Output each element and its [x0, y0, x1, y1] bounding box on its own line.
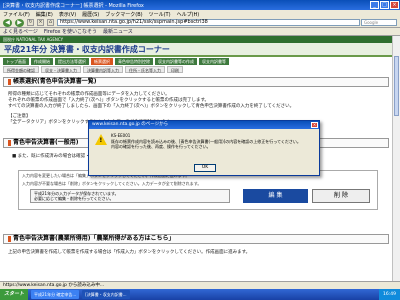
- nav-toolbar: ◀ ▶ ↻ × ⌂ https://www.keisan.nta.go.jp/h…: [0, 18, 400, 28]
- menu-tools[interactable]: ツール(T): [149, 11, 171, 18]
- menu-history[interactable]: 履歴(S): [82, 11, 99, 18]
- bookmark-item[interactable]: 最新ニュース: [103, 28, 133, 35]
- maximize-button[interactable]: □: [380, 1, 389, 9]
- back-icon[interactable]: ◀: [3, 18, 12, 27]
- step-deduction[interactable]: 青色申告特別控除: [115, 58, 153, 65]
- info-text: 入力内容が不要な場合は「削除」ボタンをクリックしてください。入力データが全て削除…: [22, 180, 202, 186]
- substep-nav: 所得金額の確認 収支・決算書入力 決算書内訳等入力 住所・氏名等入力 印刷: [0, 66, 392, 73]
- dialog-titlebar: www.keisan.nta.go.jp のページから ×: [89, 121, 319, 129]
- step-method[interactable]: 提出方法等選択: [55, 58, 89, 65]
- instruction-text: すべての決算書の入力が終了しましたら、画面下の「入力終了(次へ)」ボタンをクリッ…: [8, 104, 295, 109]
- search-input[interactable]: Google: [361, 19, 397, 26]
- start-button[interactable]: スタート: [0, 289, 28, 300]
- vertical-scrollbar[interactable]: [392, 36, 400, 281]
- taskbar-item[interactable]: 平成21年分 確定申告...: [31, 290, 80, 299]
- window-titlebar: [決算書・収支内訳書作成コーナー] 帳票選択 - Mozilla Firefox…: [0, 0, 400, 10]
- menu-edit[interactable]: 編集(E): [36, 11, 53, 18]
- step-statement[interactable]: 収支内訳書等: [199, 58, 229, 65]
- forward-icon[interactable]: ▶: [15, 18, 24, 27]
- menu-bookmarks[interactable]: ブックマーク(B): [105, 11, 142, 18]
- dialog-message: KS-EE001 既存の帳票作成内容を読み込みの後、[青色申告決算書(一般用)]…: [111, 133, 316, 150]
- alert-dialog: www.keisan.nta.go.jp のページから × ! KS-EE001…: [88, 120, 320, 176]
- home-icon[interactable]: ⌂: [47, 19, 54, 26]
- scrollbar-thumb[interactable]: [394, 56, 399, 116]
- menu-file[interactable]: ファイル(F): [3, 11, 30, 18]
- step-nav: トップ画面 作成開始 提出方法等選択 帳票選択 青色申告特別控除 収支内訳書等の…: [0, 58, 392, 65]
- step-form-select[interactable]: 帳票選択: [91, 58, 113, 65]
- instruction-text: 上記の申告決算書を作成して帳票を作成する場合は「作成入力」ボタンをクリックしてく…: [8, 250, 251, 255]
- reload-icon[interactable]: ↻: [27, 19, 34, 26]
- bookmark-item[interactable]: Firefox を使いこなそう: [44, 28, 97, 35]
- minimize-button[interactable]: _: [370, 1, 379, 9]
- stop-icon[interactable]: ×: [37, 19, 44, 26]
- substep-item[interactable]: 住所・氏名等入力: [125, 66, 165, 73]
- menu-help[interactable]: ヘルプ(H): [177, 11, 200, 18]
- step-top[interactable]: トップ画面: [3, 58, 29, 65]
- taskbar: スタート 平成21年分 確定申告... [決算書・収支内訳書... 16:49: [0, 289, 400, 300]
- step-create[interactable]: 収支内訳書等の作成: [155, 58, 197, 65]
- system-clock: 16:49: [379, 289, 400, 300]
- bookmark-item[interactable]: よく見るページ: [3, 28, 38, 35]
- saved-data-box: 平成21年分の入力データが保存されています。 必要に応じて編集・削除を行ってくだ…: [30, 189, 230, 203]
- bookmarks-bar: よく見るページ Firefox を使いこなそう 最新ニュース: [0, 28, 400, 36]
- ok-button[interactable]: OK: [194, 164, 216, 172]
- url-input[interactable]: https://www.keisan.nta.go.jp/h21/ssk/ssp…: [57, 19, 360, 26]
- page-title: 平成21年分 決算書・収支内訳書作成コーナー: [0, 43, 392, 57]
- substep-item[interactable]: 所得金額の確認: [3, 66, 39, 73]
- menu-bar: ファイル(F) 編集(E) 表示(V) 履歴(S) ブックマーク(B) ツール(…: [0, 10, 400, 18]
- menu-view[interactable]: 表示(V): [59, 11, 76, 18]
- step-start[interactable]: 作成開始: [31, 58, 53, 65]
- page-viewport: 国税庁 NATIONAL TAX AGENCY 平成21年分 決算書・収支内訳書…: [0, 36, 392, 281]
- delete-button[interactable]: 削 除: [312, 189, 370, 203]
- warning-icon-mark: !: [99, 137, 103, 144]
- edit-button[interactable]: 編 集: [243, 189, 308, 203]
- section-heading: 帳票選択(青色申告決算書一覧): [3, 77, 389, 87]
- window-title: [決算書・収支内訳書作成コーナー] 帳票選択 - Mozilla Firefox: [3, 2, 144, 9]
- status-bar: https://www.keisan.nta.go.jp から読み込み中...: [0, 281, 400, 289]
- site-header: 国税庁 NATIONAL TAX AGENCY: [0, 36, 392, 43]
- taskbar-item[interactable]: [決算書・収支内訳書...: [82, 290, 130, 299]
- dialog-message-line: 内容の確認を行った後、再度、操作を行ってください。: [111, 144, 211, 149]
- subsection-heading-agriculture: 青色申告決算書(農業所得用)「農業所得がある方はこちら」: [3, 234, 389, 244]
- close-button[interactable]: ×: [390, 1, 399, 9]
- saved-data-text: 必要に応じて編集・削除を行ってください。: [34, 196, 114, 201]
- dialog-title: www.keisan.nta.go.jp のページから: [92, 122, 169, 127]
- dialog-close-button[interactable]: ×: [311, 122, 318, 128]
- substep-item[interactable]: 収支・決算書入力: [41, 66, 81, 73]
- substep-item[interactable]: 決算書内訳等入力: [83, 66, 123, 73]
- substep-item[interactable]: 印刷: [167, 66, 183, 73]
